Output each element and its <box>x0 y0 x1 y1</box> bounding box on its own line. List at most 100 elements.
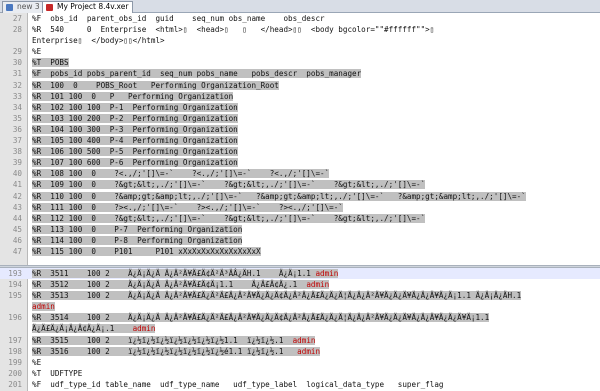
line-content: Enterprise▯ </body>▯▯</html> <box>32 35 165 46</box>
line-number: 199 <box>8 357 22 367</box>
text-line[interactable]: 29 %E <box>0 46 600 57</box>
line-content: %R 107 100 600 P-6 Performing Organizati… <box>32 157 238 168</box>
text-line[interactable]: 42 %R 110 100 0 ?&amp;gt;&amp;lt;,./;'[]\… <box>0 191 600 202</box>
line-number: 193 <box>8 269 22 278</box>
line-number: 46 <box>12 235 22 245</box>
line-content: Ä¿Ä£Ä¿Ä¡Ä¿Ä¢Ä¿Ä¡.1 admin <box>32 323 156 334</box>
line-text: %R 3515 100 2 ï¿½ï¿½ï¿½ï¿½ï¿½ï¿½ï¿½1.1 ï… <box>32 335 293 345</box>
text-line[interactable]: 28 %R 540 0 Enterprise <html>▯ <head>▯ ▯ … <box>0 24 600 35</box>
modified-file-icon <box>46 4 53 11</box>
text-line[interactable]: 43 %R 111 100 0 ?><.,/;'[]\=-` ?><.,/;'[]… <box>0 202 600 213</box>
line-content: %T UDFTYPE <box>32 368 82 379</box>
text-line[interactable]: 198 %R 3516 100 2 ï¿½ï¿½ï¿½ï¿½ï¿½ï¿½ï¿½é1… <box>0 346 600 357</box>
text-line[interactable]: 40 %R 108 100 0 ?<.,/;'[]\=-` ?<.,/;'[]\=… <box>0 168 600 179</box>
text-line[interactable]: 32 %R 100 0 POBS_Root Performing Organiza… <box>0 80 600 91</box>
text-line[interactable]: admin <box>0 301 600 312</box>
admin-token: admin <box>315 269 339 278</box>
line-number: 29 <box>12 47 22 57</box>
text-line[interactable]: 200 %T UDFTYPE <box>0 368 600 379</box>
line-text: %R 3512 100 2 Ä¿Ä¡Ä¿Ä Ä¿Ä²Ä¥Ä£Ä¢Ä¡1.1 Ä¿… <box>32 280 307 290</box>
line-number: 36 <box>12 124 22 134</box>
text-line[interactable]: 37 %R 105 100 400 P-4 Performing Organiza… <box>0 135 600 146</box>
text-line[interactable]: 193 %R 3511 100 2 Ä¿Ä¡Ä¿Ä Ä¿Ä²Ä¥Ä£Ä¢Ä²Ä³Ä… <box>0 268 600 280</box>
text-line[interactable]: 45 %R 113 100 0 P-7 Performing Organizati… <box>0 224 600 235</box>
line-number: 35 <box>12 113 22 123</box>
line-number: 194 <box>8 280 22 290</box>
line-number: 201 <box>8 379 22 389</box>
notepad-file-icon <box>6 4 13 11</box>
text-area[interactable]: 27 %F obs_id parent_obs_id guid seq_num o… <box>0 13 600 257</box>
line-content: %R 102 100 100 P-1 Performing Organizati… <box>32 102 238 113</box>
line-content: %R 3516 100 2 ï¿½ï¿½ï¿½ï¿½ï¿½ï¿½ï¿½é1.1 … <box>32 346 321 357</box>
line-text: %R 101 100 0 P Performing Organization <box>32 91 234 101</box>
text-line[interactable]: Ä¿Ä£Ä¿Ä¡Ä¿Ä¢Ä¿Ä¡.1 admin <box>0 323 600 334</box>
line-number: 28 <box>12 25 22 35</box>
text-line[interactable]: 41 %R 109 100 0 ?&gt;&lt;,./;'[]\=-` ?&gt… <box>0 179 600 190</box>
admin-token: admin <box>132 324 156 334</box>
line-content: %E <box>32 357 41 368</box>
admin-token: admin <box>306 280 330 290</box>
line-text: %R 108 100 0 ?<.,/;'[]\=-` ?<.,/;'[]\=-`… <box>32 169 330 179</box>
line-text: %R 112 100 0 ?&gt;&lt;,./;'[]\=-` ?&gt;&… <box>32 213 426 223</box>
line-number: 42 <box>12 191 22 201</box>
line-number: 197 <box>8 335 22 345</box>
line-number: 40 <box>12 169 22 179</box>
line-text: %R 115 100 0 P101 P101 xXxXxXxXxXxXxXxXx… <box>32 246 261 256</box>
tab-new-3[interactable]: new 3 <box>2 1 45 13</box>
line-text: %R 111 100 0 ?><.,/;'[]\=-` ?><.,/;'[]\=… <box>32 202 343 212</box>
text-line[interactable]: 38 %R 106 100 500 P-5 Performing Organiza… <box>0 146 600 157</box>
text-line[interactable]: 197 %R 3515 100 2 ï¿½ï¿½ï¿½ï¿½ï¿½ï¿½ï¿½1.… <box>0 335 600 346</box>
line-content: %R 113 100 0 P-7 Performing Organization <box>32 224 243 235</box>
line-content: %T POBS <box>32 57 69 68</box>
text-line[interactable]: 33 %R 101 100 0 P Performing Organization <box>0 91 600 102</box>
line-number: 200 <box>8 368 22 378</box>
tab-label: new 3 <box>17 2 40 11</box>
line-content: %R 109 100 0 ?&gt;&lt;,./;'[]\=-` ?&gt;&… <box>32 179 426 190</box>
line-number: 41 <box>12 180 22 190</box>
line-number: 196 <box>8 313 22 323</box>
text-line[interactable]: 196 %R 3514 100 2 Ä¿Ä¡Ä¿Ä Ä¿Ä²Ä¥Ä£Ä¿Ä²Ä£Ä… <box>0 312 600 323</box>
line-content: %R 108 100 0 ?<.,/;'[]\=-` ?<.,/;'[]\=-`… <box>32 168 330 179</box>
line-number: 198 <box>8 346 22 356</box>
text-line[interactable]: 35 %R 103 100 200 P-2 Performing Organiza… <box>0 113 600 124</box>
admin-token: admin <box>292 335 316 345</box>
line-text: %R 106 100 500 P-5 Performing Organizati… <box>32 147 238 157</box>
editor-pane-top[interactable]: 27 %F obs_id parent_obs_id guid seq_num o… <box>0 13 600 265</box>
line-text: %E <box>32 47 42 57</box>
line-text: %R 109 100 0 ?&gt;&lt;,./;'[]\=-` ?&gt;&… <box>32 180 426 190</box>
line-content: %R 103 100 200 P-2 Performing Organizati… <box>32 113 238 124</box>
line-number: 44 <box>12 213 22 223</box>
line-text: %T UDFTYPE <box>32 368 83 378</box>
line-text: %R 3514 100 2 Ä¿Ä¡Ä¿Ä Ä¿Ä²Ä¥Ä£Ä¿Ä²Ä£Ä¿Ä²… <box>32 313 490 323</box>
text-line[interactable]: 195 %R 3513 100 2 Ä¿Ä¡Ä¿Ä Ä¿Ä²Ä¥Ä£Ä¿Ä²Ä£Ä… <box>0 290 600 301</box>
line-text: Enterprise▯ </body>▯▯</html> <box>32 36 165 46</box>
text-line[interactable]: Enterprise▯ </body>▯▯</html> <box>0 35 600 46</box>
line-text: %R 113 100 0 P-7 Performing Organization <box>32 224 243 234</box>
text-line[interactable]: 27 %F obs_id parent_obs_id guid seq_num o… <box>0 13 600 24</box>
text-line[interactable]: 36 %R 104 100 300 P-3 Performing Organiza… <box>0 124 600 135</box>
line-content: %E <box>32 46 41 57</box>
text-line[interactable]: 194 %R 3512 100 2 Ä¿Ä¡Ä¿Ä Ä¿Ä²Ä¥Ä£Ä¢Ä¡1.1… <box>0 279 600 290</box>
editor-pane-bottom[interactable]: 193 %R 3511 100 2 Ä¿Ä¡Ä¿Ä Ä¿Ä²Ä¥Ä£Ä¢Ä²Ä³Ä… <box>0 268 600 391</box>
text-line[interactable]: 46 %R 114 100 0 P-8 Performing Organizati… <box>0 235 600 246</box>
line-content: %R 3514 100 2 Ä¿Ä¡Ä¿Ä Ä¿Ä²Ä¥Ä£Ä¿Ä²Ä£Ä¿Ä²… <box>32 312 490 323</box>
text-area[interactable]: 193 %R 3511 100 2 Ä¿Ä¡Ä¿Ä Ä¿Ä²Ä¥Ä£Ä¢Ä²Ä³Ä… <box>0 268 600 391</box>
text-line[interactable]: 39 %R 107 100 600 P-6 Performing Organiza… <box>0 157 600 168</box>
text-line[interactable]: 34 %R 102 100 100 P-1 Performing Organiza… <box>0 102 600 113</box>
line-text: %R 105 100 400 P-4 Performing Organizati… <box>32 136 238 146</box>
text-line[interactable]: 30 %T POBS <box>0 57 600 68</box>
line-text: %F pobs_id pobs_parent_id seq_num pobs_n… <box>32 69 362 79</box>
text-line[interactable]: 31 %F pobs_id pobs_parent_id seq_num pobs… <box>0 68 600 79</box>
line-content: %R 112 100 0 ?&gt;&lt;,./;'[]\=-` ?&gt;&… <box>32 213 426 224</box>
line-content: %R 114 100 0 P-8 Performing Organization <box>32 235 243 246</box>
line-number: 39 <box>12 158 22 168</box>
line-content: %R 540 0 Enterprise <html>▯ <head>▯ ▯ </… <box>32 24 434 35</box>
line-text: %F udf_type_id table_name udf_type_name … <box>32 379 444 389</box>
line-number: 45 <box>12 224 22 234</box>
line-text: %R 107 100 600 P-6 Performing Organizati… <box>32 158 238 168</box>
text-line[interactable]: 44 %R 112 100 0 ?&gt;&lt;,./;'[]\=-` ?&gt… <box>0 213 600 224</box>
line-content: %R 106 100 500 P-5 Performing Organizati… <box>32 146 238 157</box>
text-line[interactable]: 201 %F udf_type_id table_name udf_type_na… <box>0 379 600 390</box>
text-line[interactable]: 47 %R 115 100 0 P101 P101 xXxXxXxXxXxXxXx… <box>0 246 600 257</box>
text-line[interactable]: 199 %E <box>0 357 600 368</box>
